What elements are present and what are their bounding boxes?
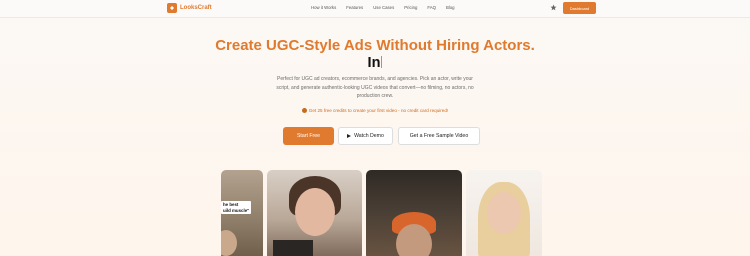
caption-line-2: uild muscle" (223, 207, 250, 213)
product-book (273, 240, 313, 256)
video-card-4[interactable] (466, 170, 542, 256)
nav-link-faq[interactable]: FAQ (427, 5, 436, 10)
star-icon[interactable] (550, 4, 557, 11)
nav-link-how-it-works[interactable]: How it Works (311, 5, 336, 10)
video-card-3[interactable] (366, 170, 462, 256)
play-icon (347, 134, 352, 138)
nav-link-blog[interactable]: Blog (446, 5, 455, 10)
nav-links: How it Works Features Use Cases Pricing … (311, 5, 455, 10)
person-image (221, 230, 237, 256)
nav-link-use-cases[interactable]: Use Cases (373, 5, 394, 10)
person-face (487, 192, 521, 234)
text-cursor (381, 56, 383, 68)
hero-typing-text: In (0, 55, 750, 71)
top-nav: LooksCraft How it Works Features Use Cas… (0, 0, 750, 18)
logo-icon (167, 3, 177, 13)
person-face (396, 224, 432, 256)
coin-icon (301, 108, 307, 113)
hero-title: Create UGC-Style Ads Without Hiring Acto… (215, 37, 535, 54)
watch-demo-button[interactable]: Watch Demo (338, 127, 393, 145)
video-card-1[interactable]: he best uild muscle" (221, 170, 263, 256)
logo-text: LooksCraft (180, 5, 212, 11)
promo-banner: Get 25 free credits to create your first… (0, 108, 750, 113)
nav-link-features[interactable]: Features (346, 5, 363, 10)
watch-demo-label: Watch Demo (354, 133, 384, 139)
video-card-2[interactable] (267, 170, 362, 256)
sample-video-button[interactable]: Get a Free Sample Video (398, 127, 480, 145)
dashboard-button[interactable]: Dashboard (563, 2, 596, 14)
typing-text: In (367, 55, 381, 71)
hero-description: Perfect for UGC ad creators, ecommerce b… (276, 76, 474, 99)
logo[interactable]: LooksCraft (167, 3, 212, 13)
promo-text: Get 25 free credits to create your first… (308, 108, 449, 113)
video-caption: he best uild muscle" (221, 201, 252, 214)
person-face (295, 188, 335, 236)
nav-link-pricing[interactable]: Pricing (404, 5, 417, 10)
start-free-button[interactable]: Start Free (283, 127, 334, 145)
